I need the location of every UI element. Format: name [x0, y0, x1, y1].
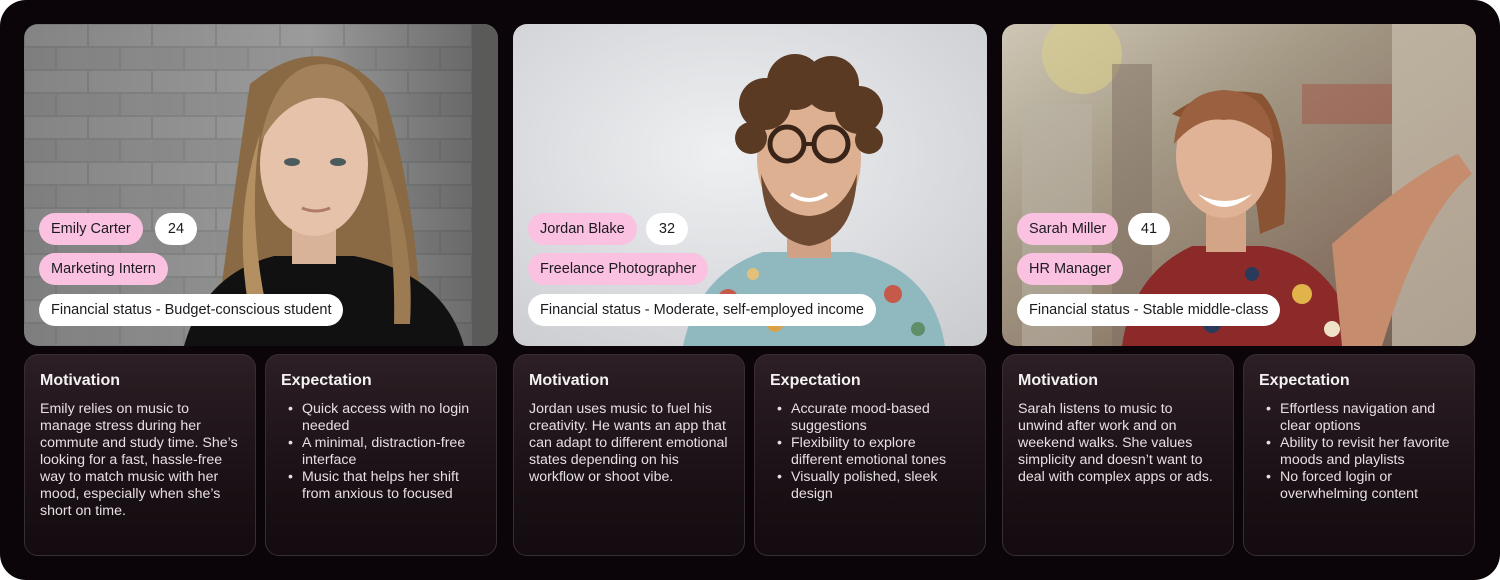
- persona-role-chip: HR Manager: [1017, 253, 1124, 285]
- persona-age-chip: 24: [155, 213, 197, 245]
- expectation-card: Expectation Accurate mood-based suggesti…: [754, 354, 986, 556]
- expectation-heading: Expectation: [281, 372, 372, 389]
- persona-board: Emily Carter 24 Marketing Intern Financi…: [0, 0, 1500, 580]
- persona-role-chip: Freelance Photographer: [528, 253, 709, 285]
- motivation-card: Motivation Jordan uses music to fuel his…: [513, 354, 745, 556]
- persona-role-chip: Marketing Intern: [39, 253, 168, 285]
- motivation-heading: Motivation: [529, 372, 609, 389]
- persona-name-chip: Sarah Miller: [1017, 213, 1119, 245]
- expectation-item: Visually polished, sleek design: [770, 469, 970, 503]
- expectation-heading: Expectation: [1259, 372, 1350, 389]
- expectation-item: Music that helps her shift from anxious …: [281, 469, 481, 503]
- motivation-heading: Motivation: [40, 372, 120, 389]
- motivation-text: Emily relies on music to manage stress d…: [40, 401, 238, 519]
- motivation-text: Jordan uses music to fuel his creativity…: [529, 401, 728, 485]
- motivation-heading: Motivation: [1018, 372, 1098, 389]
- expectation-card: Expectation Effortless navigation and cl…: [1243, 354, 1475, 556]
- expectation-card: Expectation Quick access with no login n…: [265, 354, 497, 556]
- expectation-item: Effortless navigation and clear options: [1259, 401, 1459, 435]
- expectation-item: Flexibility to explore different emotion…: [770, 435, 970, 469]
- expectation-item: Ability to revisit her favorite moods an…: [1259, 435, 1459, 469]
- motivation-text: Sarah listens to music to unwind after w…: [1018, 401, 1213, 485]
- motivation-card: Motivation Sarah listens to music to unw…: [1002, 354, 1234, 556]
- expectation-list: Quick access with no login needed A mini…: [281, 401, 481, 503]
- financial-status-chip: Financial status - Moderate, self-employ…: [528, 294, 876, 326]
- expectation-item: A minimal, distraction-free interface: [281, 435, 481, 469]
- persona-name-chip: Jordan Blake: [528, 213, 637, 245]
- financial-status-chip: Financial status - Stable middle-class: [1017, 294, 1281, 326]
- expectation-list: Effortless navigation and clear options …: [1259, 401, 1459, 503]
- persona-card-sarah: Sarah Miller 41 HR Manager Financial sta…: [1002, 24, 1476, 556]
- persona-age-chip: 41: [1128, 213, 1170, 245]
- expectation-item: Quick access with no login needed: [281, 401, 481, 435]
- expectation-item: No forced login or overwhelming content: [1259, 469, 1459, 503]
- motivation-card: Motivation Emily relies on music to mana…: [24, 354, 256, 556]
- financial-status-chip: Financial status - Budget-conscious stud…: [39, 294, 344, 326]
- expectation-list: Accurate mood-based suggestions Flexibil…: [770, 401, 970, 503]
- persona-name-chip: Emily Carter: [39, 213, 143, 245]
- expectation-item: Accurate mood-based suggestions: [770, 401, 970, 435]
- persona-card-emily: Emily Carter 24 Marketing Intern Financi…: [24, 24, 498, 556]
- expectation-heading: Expectation: [770, 372, 861, 389]
- persona-age-chip: 32: [646, 213, 688, 245]
- persona-card-jordan: Jordan Blake 32 Freelance Photographer F…: [513, 24, 987, 556]
